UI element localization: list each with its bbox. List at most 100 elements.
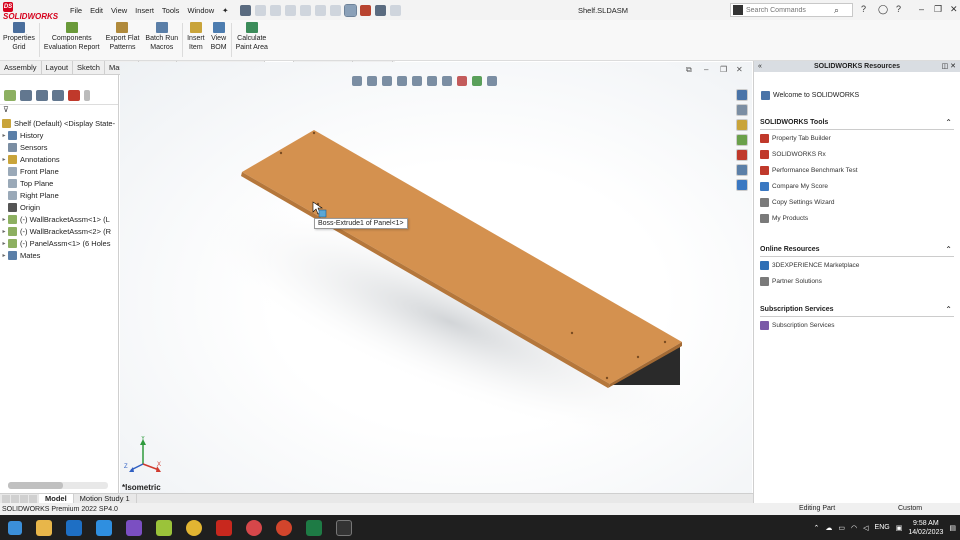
property-manager-icon[interactable] — [20, 90, 32, 101]
display-icon[interactable]: ▣ — [896, 524, 903, 532]
forum-icon[interactable] — [736, 179, 748, 191]
configuration-manager-icon[interactable] — [36, 90, 48, 101]
windows-start-icon[interactable] — [8, 520, 22, 535]
tree-item[interactable]: Sensors — [0, 141, 118, 153]
chrome-icon[interactable] — [186, 519, 202, 536]
expander-icon[interactable]: ▸ — [0, 156, 8, 163]
solidworks-logo[interactable]: DSSOLIDWORKS — [0, 0, 66, 21]
welcome-link[interactable]: Welcome to SOLIDWORKS — [761, 91, 859, 100]
home-icon[interactable] — [240, 4, 252, 16]
tree-item[interactable]: ▸ (-) WallBracketAssm<1> (L — [0, 213, 118, 225]
wifi-icon[interactable]: ◠ — [851, 524, 857, 532]
rebuild-icon[interactable] — [360, 4, 372, 16]
bottom-tab-motion-study-1[interactable]: Motion Study 1 — [74, 494, 137, 503]
resource-link[interactable]: Property Tab Builder — [760, 130, 954, 146]
more-arrow-icon[interactable] — [84, 90, 90, 101]
menu-insert[interactable]: Insert — [131, 6, 158, 15]
new-document-icon[interactable] — [255, 4, 267, 16]
prev-tab-icon[interactable] — [11, 495, 19, 503]
menu-edit[interactable]: Edit — [86, 6, 107, 15]
model-graphics[interactable] — [120, 62, 752, 493]
section-title[interactable]: Online Resources ⌃ — [760, 245, 954, 257]
expander-icon[interactable]: ▸ — [0, 240, 8, 247]
menu-view[interactable]: View — [107, 6, 131, 15]
visual-studio-icon[interactable] — [126, 519, 142, 536]
print-icon[interactable] — [300, 4, 312, 16]
cloud-icon[interactable]: ☁ — [825, 524, 832, 532]
search-commands[interactable]: ⌕ — [730, 3, 853, 17]
expander-icon[interactable]: ▸ — [0, 132, 8, 139]
resource-link[interactable]: Compare My Score — [760, 178, 954, 194]
graphics-viewport[interactable]: ⧉ – ❐ ✕ Boss-Extrude1 of Panel<1> Y X Z … — [120, 62, 752, 493]
network-icon[interactable]: ▭ — [838, 524, 845, 532]
chrome-alt-icon[interactable] — [246, 519, 262, 536]
horizontal-scrollbar[interactable] — [8, 482, 108, 489]
powerpoint-icon[interactable] — [276, 519, 292, 536]
resource-link[interactable]: 3DEXPERIENCE Marketplace — [760, 257, 954, 273]
language-indicator[interactable]: ENG — [875, 524, 890, 531]
display-manager-icon[interactable] — [68, 90, 80, 101]
options-gear-icon[interactable] — [390, 4, 402, 16]
collapse-arrows-icon[interactable]: « — [758, 61, 762, 72]
resource-link[interactable]: Performance Benchmark Test — [760, 162, 954, 178]
menu-file[interactable]: File — [66, 6, 86, 15]
undo-icon[interactable] — [315, 4, 327, 16]
tree-item[interactable]: ▸ History — [0, 129, 118, 141]
ribbon-button-insert[interactable]: Insert Item — [184, 20, 208, 60]
section-title[interactable]: SOLIDWORKS Tools ⌃ — [760, 118, 954, 130]
clock[interactable]: 9:58 AM 14/02/2023 — [908, 519, 943, 537]
tree-item[interactable]: Top Plane — [0, 177, 118, 189]
ribbon-button-grid[interactable]: Properties Grid — [0, 20, 38, 60]
menu-window[interactable]: Window — [183, 6, 218, 15]
collapse-caret-icon[interactable]: ⌃ — [945, 305, 952, 314]
outlook-icon[interactable] — [66, 519, 82, 536]
tree-item[interactable]: Shelf (Default) <Display State- — [0, 117, 118, 129]
user-icon[interactable]: ◯ — [878, 4, 888, 15]
tree-item[interactable]: Right Plane — [0, 189, 118, 201]
collapse-caret-icon[interactable]: ⌃ — [945, 118, 952, 127]
last-tab-icon[interactable] — [29, 495, 37, 503]
design-library-icon[interactable] — [736, 104, 748, 116]
tree-item[interactable]: Origin — [0, 201, 118, 213]
dimxpert-icon[interactable] — [52, 90, 64, 101]
pin-icon[interactable]: ✦ — [218, 6, 232, 15]
feature-tree-icon[interactable] — [4, 90, 16, 101]
filter-icon[interactable]: ⊽ — [0, 105, 118, 117]
help-icon[interactable]: ? — [861, 4, 866, 14]
tree-item[interactable]: Front Plane — [0, 165, 118, 177]
tree-item[interactable]: ▸ (-) WallBracketAssm<2> (R — [0, 225, 118, 237]
bottom-tab-model[interactable]: Model — [39, 494, 74, 503]
solidworks-taskbar-icon[interactable] — [216, 519, 232, 536]
resources-home-icon[interactable] — [736, 89, 748, 101]
collapse-caret-icon[interactable]: ⌃ — [945, 245, 952, 254]
tab-sketch[interactable]: Sketch — [73, 61, 105, 74]
tab-layout[interactable]: Layout — [42, 61, 74, 74]
custom-properties-icon[interactable] — [736, 164, 748, 176]
resource-link[interactable]: Subscription Services — [760, 317, 954, 333]
first-tab-icon[interactable] — [2, 495, 10, 503]
pin-icon[interactable]: ◫ ✕ — [942, 61, 956, 72]
file-explorer-icon[interactable] — [36, 519, 52, 536]
next-tab-icon[interactable] — [20, 495, 28, 503]
resource-link[interactable]: Partner Solutions — [760, 273, 954, 289]
search-icon[interactable]: ⌕ — [834, 5, 839, 16]
notifications-icon[interactable]: ▤ — [949, 524, 956, 532]
ribbon-button-paint[interactable]: Calculate Paint Area — [233, 20, 271, 60]
unit-system[interactable]: Custom — [898, 505, 922, 512]
search-mode-icon[interactable] — [733, 5, 743, 15]
tree-item[interactable]: ▸ (-) PanelAssm<1> (6 Holes — [0, 237, 118, 249]
file-properties-icon[interactable] — [375, 4, 387, 16]
search-input[interactable] — [746, 6, 834, 14]
redo-icon[interactable] — [330, 4, 342, 16]
minimize-button[interactable]: – — [919, 4, 924, 14]
terminal-icon[interactable] — [336, 519, 352, 536]
appearances-icon[interactable] — [736, 149, 748, 161]
file-explorer-icon[interactable] — [736, 119, 748, 131]
tree-item[interactable]: ▸ Annotations — [0, 153, 118, 165]
tab-assembly[interactable]: Assembly — [0, 61, 42, 74]
ribbon-button-bom[interactable]: View BOM — [208, 20, 230, 60]
expander-icon[interactable]: ▸ — [0, 216, 8, 223]
menu-tools[interactable]: Tools — [158, 6, 184, 15]
expander-icon[interactable]: ▸ — [0, 252, 8, 259]
resource-link[interactable]: My Products — [760, 210, 954, 226]
